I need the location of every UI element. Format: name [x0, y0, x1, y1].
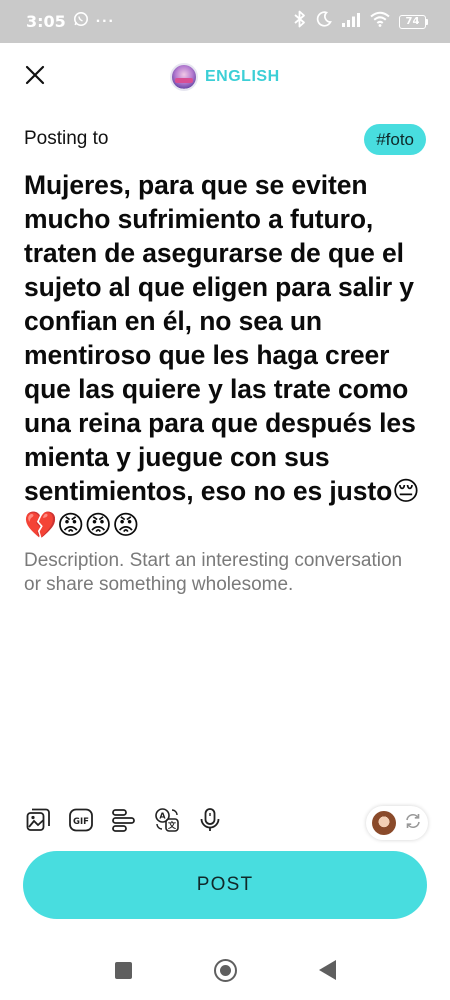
status-left: 3:05 ··· [26, 11, 115, 32]
system-nav-bar [0, 940, 450, 1000]
avatar [372, 811, 396, 835]
community-selector[interactable]: ENGLISH [170, 62, 280, 92]
battery-icon: 74 [399, 14, 428, 29]
composer-toolbar: GIF A文 [24, 807, 224, 838]
status-right: 74 [293, 10, 428, 33]
close-icon [25, 65, 45, 90]
hashtag-chip[interactable]: #foto [364, 124, 426, 155]
description-input[interactable]: Description. Start an interesting conver… [24, 549, 424, 597]
voice-button[interactable] [196, 807, 224, 838]
recent-apps-button[interactable] [114, 961, 132, 979]
svg-text:A: A [159, 811, 166, 820]
community-name: ENGLISH [205, 68, 280, 85]
wifi-icon [370, 11, 390, 32]
gif-icon: GIF [68, 807, 94, 838]
text-format-icon [111, 807, 137, 838]
battery-level: 74 [399, 14, 426, 29]
more-notifications-icon: ··· [95, 12, 115, 30]
svg-text:GIF: GIF [73, 817, 89, 827]
back-button[interactable] [318, 960, 336, 980]
status-bar: 3:05 ··· 74 [0, 0, 450, 43]
post-title-input[interactable]: Mujeres, para que se eviten mucho sufrim… [24, 168, 429, 542]
bluetooth-icon [293, 10, 307, 33]
persona-switch-button[interactable] [366, 806, 428, 840]
gif-button[interactable]: GIF [67, 808, 95, 836]
translate-button[interactable]: A文 [153, 807, 181, 838]
posting-to-label: Posting to [24, 128, 109, 149]
battery-tip [426, 18, 428, 25]
status-time: 3:05 [26, 12, 66, 31]
image-button[interactable] [24, 808, 52, 836]
svg-text:文: 文 [168, 820, 177, 830]
community-avatar [170, 63, 198, 91]
close-button[interactable] [20, 62, 50, 92]
signal-icon [341, 12, 361, 32]
microphone-icon [197, 807, 223, 838]
home-button[interactable] [213, 958, 237, 982]
post-button[interactable]: POST [23, 851, 427, 919]
text-format-button[interactable] [110, 808, 138, 836]
whatsapp-icon [73, 11, 89, 32]
moon-icon [316, 11, 332, 32]
switch-persona-icon [404, 812, 422, 835]
translate-icon: A文 [154, 807, 180, 838]
image-icon [25, 807, 51, 838]
